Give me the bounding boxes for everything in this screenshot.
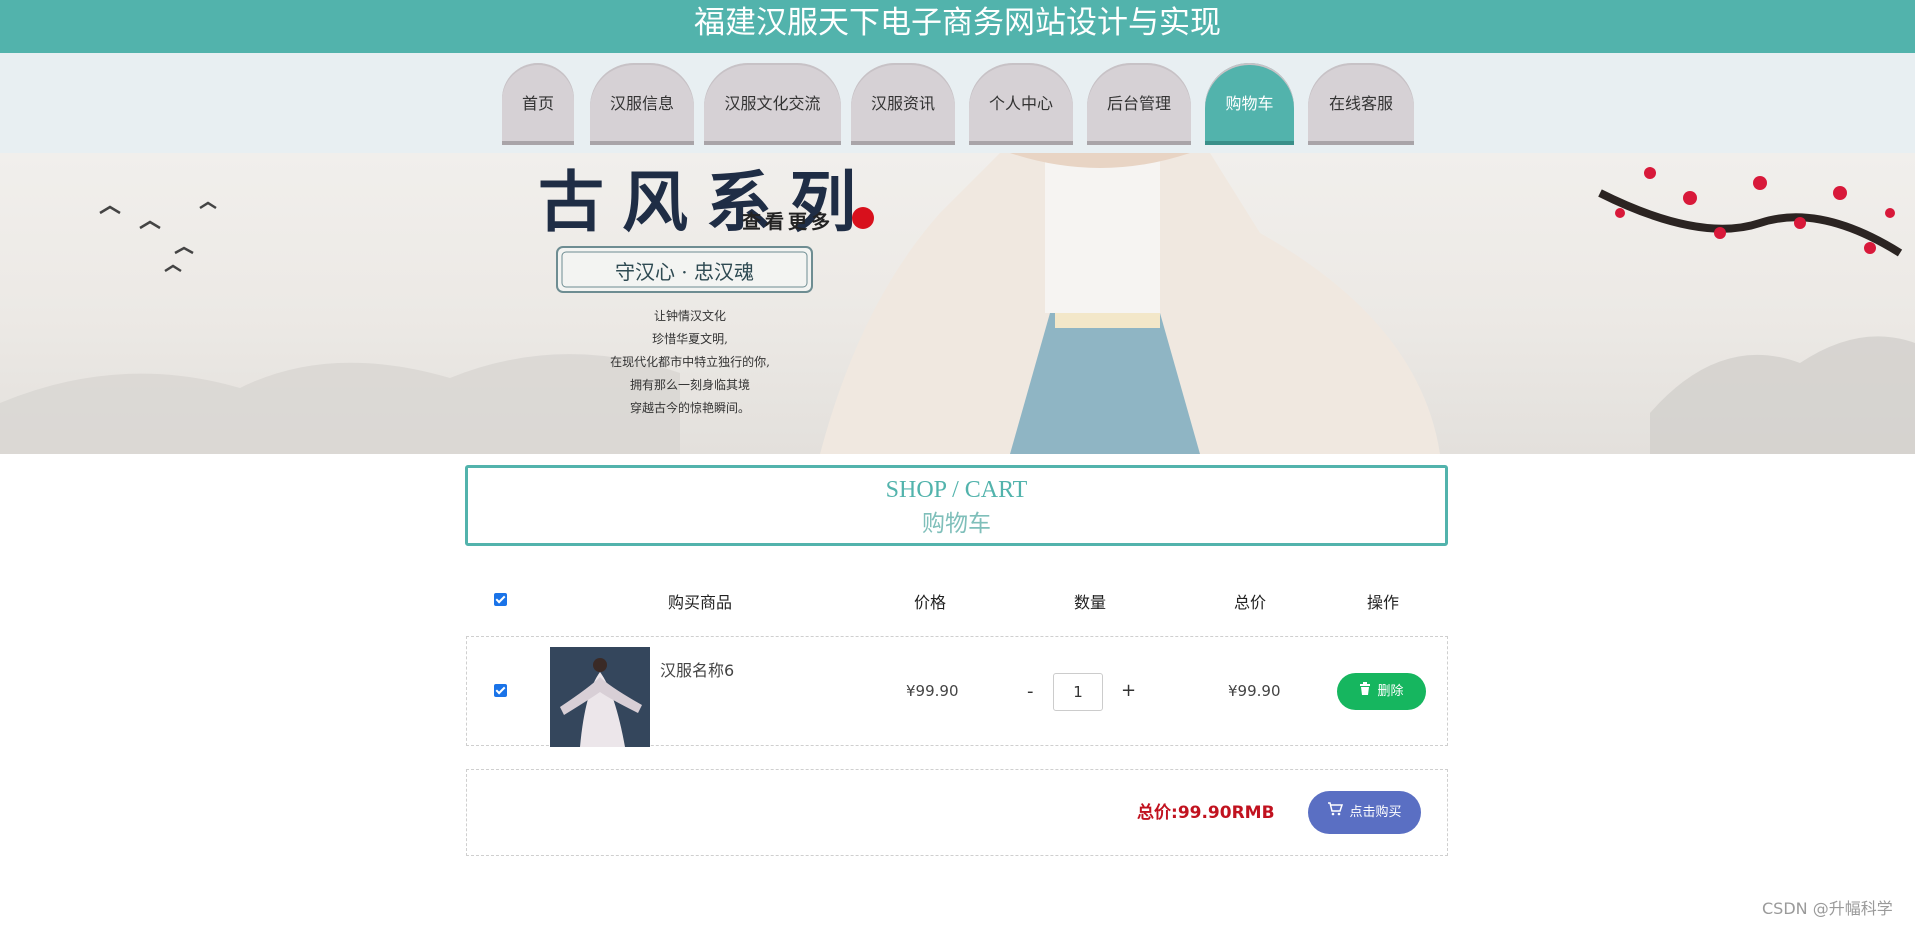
site-title: 福建汉服天下电子商务网站设计与实现 xyxy=(694,5,1221,41)
banner-slogan: 守汉心 · 忠汉魂 xyxy=(614,260,755,284)
cart-summary xyxy=(466,769,1448,856)
nav-item-cart[interactable]: 购物车 xyxy=(1205,63,1294,145)
nav-item-news[interactable]: 汉服资讯 xyxy=(851,63,955,145)
total-value: 99.90RMB xyxy=(1177,803,1275,823)
nav-item-hanfu-info[interactable]: 汉服信息 xyxy=(590,63,694,145)
item-checkbox[interactable] xyxy=(494,684,507,697)
banner-line: 拥有那么一刻身临其境 xyxy=(629,378,750,392)
banner-illustration xyxy=(0,153,1915,454)
banner-text-block: 让钟情汉文化 珍惜华夏文明, 在现代化都市中特立独行的你, 拥有那么一刻身临其境… xyxy=(560,305,820,420)
nav-item-personal-center[interactable]: 个人中心 xyxy=(969,63,1073,145)
site-header: 福建汉服天下电子商务网站设计与实现 xyxy=(0,0,1915,53)
product-name[interactable]: 汉服名称6 xyxy=(660,657,734,681)
select-all-checkbox[interactable] xyxy=(494,593,507,606)
banner-line: 珍惜华夏文明, xyxy=(652,332,728,346)
banner-line: 穿越古今的惊艳瞬间。 xyxy=(629,401,750,415)
header-price: 价格 xyxy=(913,593,946,612)
hero-banner[interactable]: 古风系列 查看更多 守汉心 · 忠汉魂 让钟情汉文化 珍惜华夏文明, 在现代化都… xyxy=(0,153,1915,454)
cart-title-en: SHOP / CART xyxy=(885,477,1028,503)
item-total: ¥99.90 xyxy=(1228,682,1281,700)
header-total: 总价 xyxy=(1233,593,1266,612)
item-price: ¥99.90 xyxy=(906,682,959,700)
qty-increase-button[interactable]: + xyxy=(1121,680,1136,701)
product-thumbnail[interactable] xyxy=(550,647,650,747)
cart-title-box: SHOP / CART 购物车 xyxy=(465,465,1448,546)
banner-more-link[interactable]: 查看更多 xyxy=(742,207,834,234)
cart-total: 总价:99.90RMB xyxy=(1137,798,1275,823)
cart-icon xyxy=(1327,791,1344,834)
delete-label: 删除 xyxy=(1377,684,1404,699)
quantity-input[interactable]: 1 xyxy=(1053,673,1103,711)
header-actions: 操作 xyxy=(1366,593,1399,612)
watermark: CSDN @升幅科学 xyxy=(1762,899,1893,918)
header-quantity: 数量 xyxy=(1073,593,1106,612)
qty-decrease-button[interactable]: - xyxy=(1027,681,1034,702)
delete-button[interactable]: 删除 xyxy=(1337,673,1426,710)
nav-item-culture-exchange[interactable]: 汉服文化交流 xyxy=(704,63,841,145)
nav-bar: 首页 汉服信息 汉服文化交流 汉服资讯 个人中心 后台管理 购物车 在线客服 xyxy=(0,53,1915,153)
header-product: 购买商品 xyxy=(667,593,732,612)
total-label: 总价: xyxy=(1137,803,1178,823)
product-image xyxy=(550,647,650,747)
banner-line: 让钟情汉文化 xyxy=(653,309,726,323)
nav-item-admin[interactable]: 后台管理 xyxy=(1087,63,1191,145)
banner-line: 在现代化都市中特立独行的你, xyxy=(610,355,770,369)
nav-item-online-service[interactable]: 在线客服 xyxy=(1308,63,1414,145)
nav-item-home[interactable]: 首页 xyxy=(502,63,574,145)
cart-title-cn: 购物车 xyxy=(922,511,991,536)
trash-icon xyxy=(1359,673,1371,710)
buy-label: 点击购买 xyxy=(1349,805,1402,820)
buy-button[interactable]: 点击购买 xyxy=(1308,791,1421,834)
